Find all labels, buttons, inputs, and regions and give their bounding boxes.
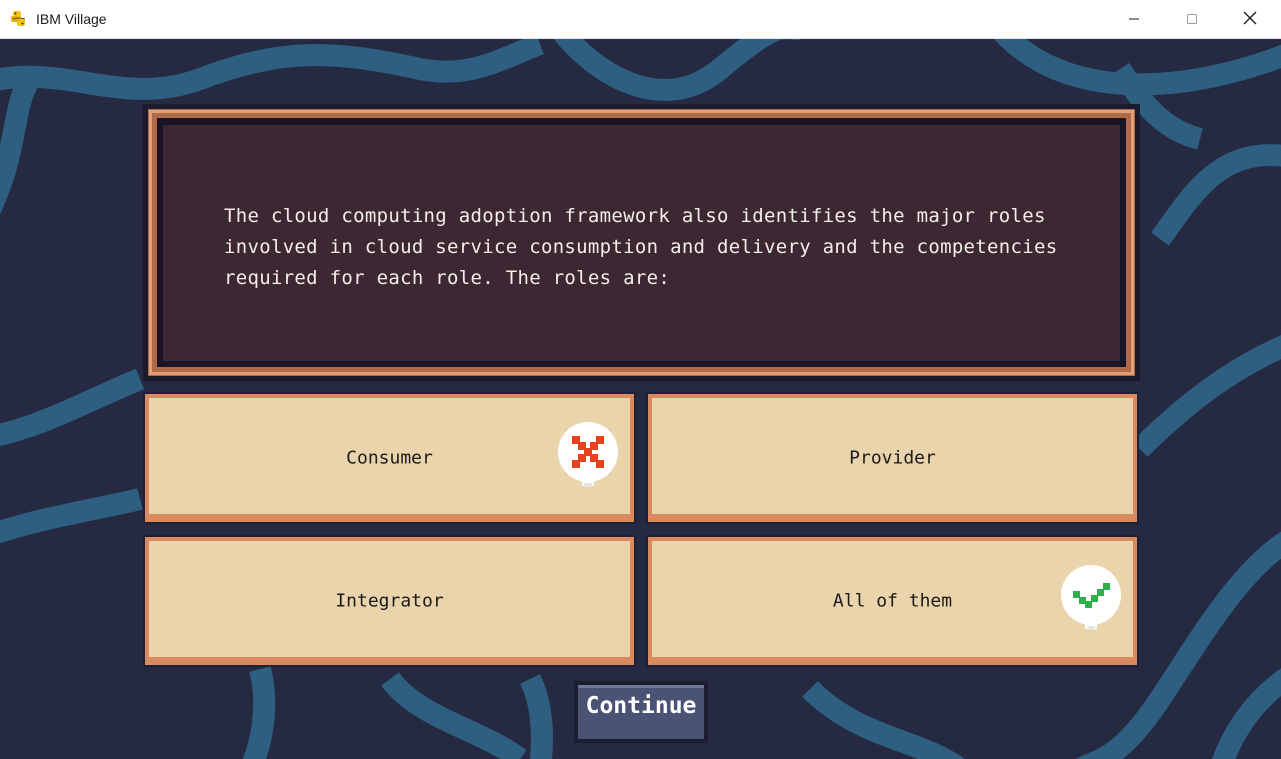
- close-button[interactable]: [1221, 0, 1279, 38]
- question-panel: The cloud computing adoption framework a…: [143, 104, 1140, 381]
- card-shadow: [149, 657, 630, 661]
- answer-option-integrator[interactable]: Integrator: [145, 537, 634, 665]
- x-mark-icon: [555, 420, 621, 492]
- answer-option-all-of-them[interactable]: All of them: [648, 537, 1137, 665]
- answer-option-consumer[interactable]: Consumer: [145, 394, 634, 522]
- card-shadow: [149, 514, 630, 518]
- close-icon: [1243, 10, 1257, 29]
- window-title: IBM Village: [36, 11, 107, 27]
- check-mark-icon: [1058, 563, 1124, 635]
- answer-label: Provider: [849, 447, 936, 469]
- title-bar[interactable]: IBM Village: [0, 0, 1281, 39]
- continue-button[interactable]: Continue: [574, 681, 708, 743]
- minimize-button[interactable]: [1105, 0, 1163, 38]
- python-icon: [10, 10, 28, 28]
- minimize-icon: [1128, 10, 1140, 29]
- answer-option-provider[interactable]: Provider: [648, 394, 1137, 522]
- continue-label: Continue: [585, 693, 697, 719]
- question-text: The cloud computing adoption framework a…: [224, 205, 1058, 289]
- maximize-icon: [1186, 10, 1198, 29]
- maximize-button[interactable]: [1163, 0, 1221, 38]
- card-shadow: [652, 514, 1133, 518]
- card-shadow: [652, 657, 1133, 661]
- game-canvas: The cloud computing adoption framework a…: [0, 39, 1281, 759]
- answer-label: Integrator: [335, 590, 444, 612]
- app-window: IBM Village The cloud computing adoption…: [0, 0, 1281, 759]
